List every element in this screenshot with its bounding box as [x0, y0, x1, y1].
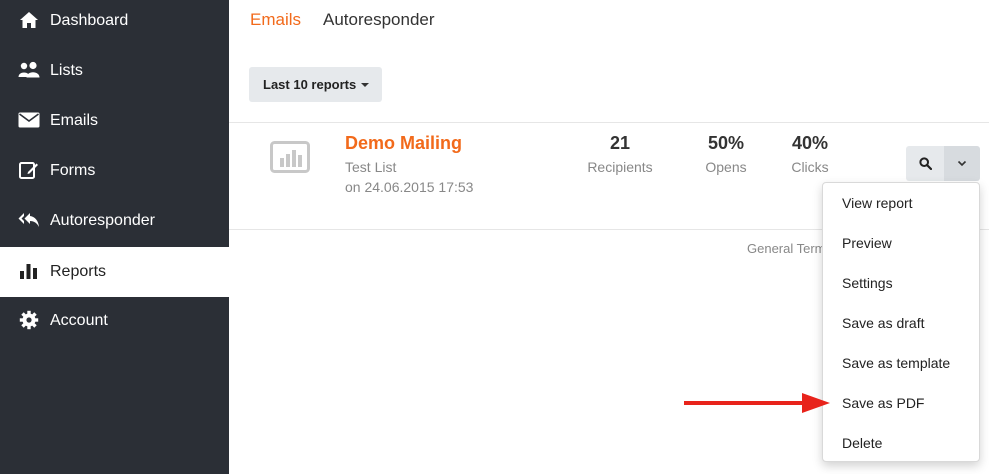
mailing-date: on 24.06.2015 17:53 [345, 179, 474, 195]
sidebar-item-emails[interactable]: Emails [0, 96, 229, 146]
sidebar-item-label: Account [50, 312, 108, 329]
mailing-title-link[interactable]: Demo Mailing [345, 133, 462, 154]
filter-label: Last 10 reports [263, 77, 357, 92]
footer-general-terms-link[interactable]: General Term [747, 241, 826, 256]
tab-emails[interactable]: Emails [250, 10, 301, 34]
menu-item-save-as-template[interactable]: Save as template [823, 343, 979, 383]
sidebar-item-label: Lists [50, 62, 83, 79]
sidebar-item-label: Autoresponder [50, 212, 155, 229]
sidebar-item-lists[interactable]: Lists [0, 46, 229, 96]
search-icon [918, 157, 932, 170]
sidebar-item-forms[interactable]: Forms [0, 146, 229, 196]
sidebar-item-reports[interactable]: Reports [0, 247, 229, 297]
sidebar-item-label: Forms [50, 162, 96, 179]
tabs: Emails Autoresponder [250, 10, 435, 34]
stat-label: Clicks [791, 159, 829, 175]
divider [229, 122, 989, 123]
stat-opens: 50% Opens [696, 133, 756, 175]
tab-autoresponder[interactable]: Autoresponder [323, 10, 435, 34]
gear-icon [18, 309, 40, 331]
menu-item-view-report[interactable]: View report [823, 183, 979, 223]
report-actions-menu: View report Preview Settings Save as dra… [822, 182, 980, 462]
bar-chart-icon [18, 260, 40, 282]
report-chart-icon [270, 141, 310, 173]
sidebar: Dashboard Lists Emails Forms Autorespond… [0, 0, 229, 474]
envelope-icon [18, 109, 40, 131]
reply-all-icon [18, 209, 40, 231]
chevron-down-icon [957, 160, 967, 167]
last-reports-dropdown-button[interactable]: Last 10 reports [249, 67, 382, 102]
sidebar-item-dashboard[interactable]: Dashboard [0, 0, 229, 46]
menu-item-save-as-pdf[interactable]: Save as PDF [823, 383, 979, 423]
sidebar-item-label: Reports [50, 263, 107, 280]
search-button[interactable] [906, 146, 944, 181]
red-arrow-annotation [684, 393, 830, 413]
stat-recipients: 21 Recipients [578, 133, 662, 175]
caret-down-icon [361, 82, 370, 87]
users-icon [18, 59, 40, 81]
stat-value: 50% [707, 133, 745, 153]
sidebar-item-account[interactable]: Account [0, 296, 229, 346]
stat-label: Recipients [587, 159, 653, 175]
menu-item-settings[interactable]: Settings [823, 263, 979, 303]
menu-item-preview[interactable]: Preview [823, 223, 979, 263]
home-icon [18, 9, 40, 31]
mailing-list-name: Test List [345, 159, 397, 175]
sidebar-item-autoresponder[interactable]: Autoresponder [0, 196, 229, 246]
sidebar-item-label: Dashboard [50, 12, 129, 29]
stat-value: 40% [791, 133, 829, 153]
stat-label: Opens [705, 159, 747, 175]
menu-item-delete[interactable]: Delete [823, 423, 979, 463]
stat-clicks: 40% Clicks [781, 133, 839, 175]
menu-item-save-as-draft[interactable]: Save as draft [823, 303, 979, 343]
actions-dropdown-toggle[interactable] [944, 146, 980, 181]
edit-icon [18, 159, 40, 181]
stat-value: 21 [609, 133, 631, 153]
sidebar-item-label: Emails [50, 112, 99, 129]
